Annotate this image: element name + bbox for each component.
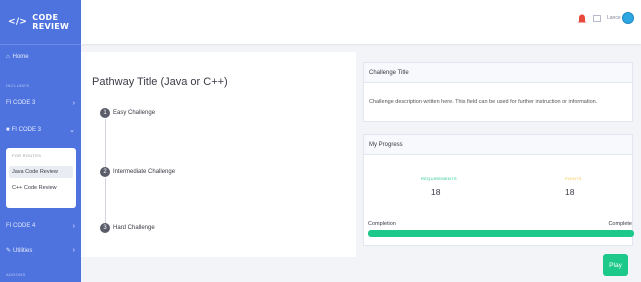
chevron-right-icon: › xyxy=(72,99,75,107)
sidebar-collapse-menu: FOR ROUTES Java Code Review C++ Code Rev… xyxy=(6,148,76,208)
chevron-right-icon: › xyxy=(72,222,75,230)
collapse-heading: FOR ROUTES xyxy=(12,153,42,158)
topbar xyxy=(81,0,641,44)
play-button[interactable]: Play xyxy=(603,254,628,276)
step-number: 1 xyxy=(100,108,110,118)
collapse-item-java[interactable]: Java Code Review xyxy=(9,166,73,178)
folder-icon: ■ xyxy=(6,127,10,133)
avatar[interactable] xyxy=(622,12,634,24)
user-name[interactable]: Lance xyxy=(607,15,621,21)
step-connector xyxy=(105,119,106,167)
sidebar-item-label: Home xyxy=(12,54,29,60)
sidebar-item-label: FI CODE 3 xyxy=(11,127,41,133)
chevron-right-icon: › xyxy=(72,247,75,254)
step-intermediate-challenge[interactable]: Intermediate Challenge xyxy=(113,169,175,175)
home-icon: ⌂ xyxy=(6,54,10,60)
envelope-icon[interactable] xyxy=(593,15,601,22)
sidebar-item-label: FI CODE 4 xyxy=(6,223,36,229)
sidebar-item-code-4[interactable]: FI CODE 4 › xyxy=(0,222,81,230)
sidebar-item-label: Utilities xyxy=(13,247,33,254)
sidebar-bottom-heading: ADDONS xyxy=(6,272,26,277)
sidebar-item-code-3a[interactable]: FI CODE 3 › xyxy=(0,99,81,107)
step-easy-challenge[interactable]: Easy Challenge xyxy=(113,110,155,116)
complete-label: Complete xyxy=(608,221,632,227)
step-number: 3 xyxy=(100,223,110,233)
points-value: 18 xyxy=(565,187,575,197)
step-hard-challenge[interactable]: Hard Challenge xyxy=(113,225,155,231)
sidebar-item-label: FI CODE 3 xyxy=(6,100,36,106)
sidebar: </> CODE REVIEW ⌂ Home INCLUDES FI CODE … xyxy=(0,0,81,282)
collapse-item-cpp[interactable]: C++ Code Review xyxy=(9,182,73,194)
chevron-down-icon: ⌄ xyxy=(69,127,75,134)
points-label: POINTS xyxy=(565,176,582,181)
requirements-value: 18 xyxy=(431,187,441,197)
challenge-title: Challenge Title xyxy=(364,63,632,83)
brand[interactable]: </> CODE REVIEW xyxy=(0,0,81,45)
requirements-label: REQUIREMENTS xyxy=(421,176,457,181)
wrench-icon: ✎ xyxy=(6,248,12,254)
challenge-card: Challenge Title Challenge description wr… xyxy=(363,62,633,122)
sidebar-item-code-3b[interactable]: ■ FI CODE 3 ⌄ xyxy=(0,127,81,134)
sidebar-item-home[interactable]: ⌂ Home xyxy=(0,54,81,60)
step-number: 2 xyxy=(100,167,110,177)
code-icon: </> xyxy=(8,17,28,27)
completion-progress-bar xyxy=(368,230,634,237)
pathway-card: Pathway Title (Java or C++) 1 Easy Chall… xyxy=(81,52,356,257)
step-connector xyxy=(105,178,106,223)
completion-label: Completion xyxy=(368,221,396,227)
sidebar-section-heading: INCLUDES xyxy=(6,83,30,88)
pathway-title: Pathway Title (Java or C++) xyxy=(92,76,228,88)
brand-name: CODE REVIEW xyxy=(32,13,70,31)
sidebar-item-utilities[interactable]: ✎ Utilities › xyxy=(0,247,81,254)
challenge-description: Challenge description written here. This… xyxy=(369,99,598,105)
completion-progress-fill xyxy=(368,230,634,237)
progress-title: My Progress xyxy=(364,135,632,155)
bell-icon[interactable] xyxy=(576,13,588,25)
progress-card: My Progress REQUIREMENTS 18 POINTS 18 Co… xyxy=(363,134,634,246)
